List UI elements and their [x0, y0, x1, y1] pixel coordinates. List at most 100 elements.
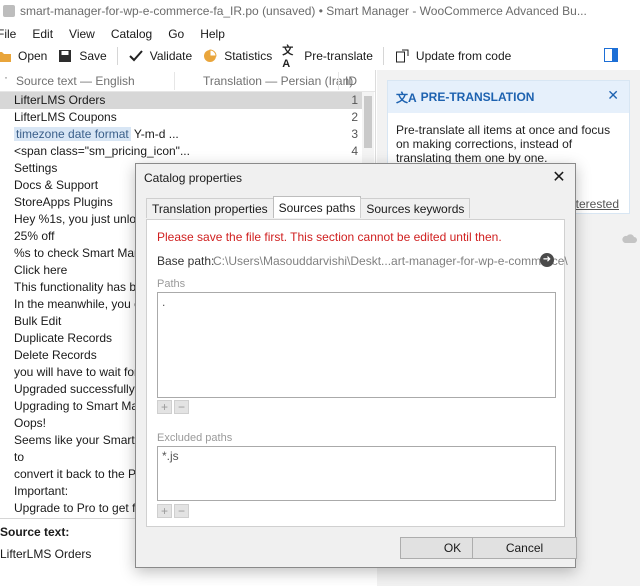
menu-file[interactable]: File: [0, 27, 22, 41]
validate-button[interactable]: Validate: [128, 45, 192, 67]
menu-catalog[interactable]: Catalog: [111, 27, 158, 41]
catalog-properties-dialog: Catalog properties ✕ Translation propert…: [135, 163, 577, 568]
pretranslation-header: 文A PRE-TRANSLATION: [388, 81, 629, 113]
menu-view[interactable]: View: [69, 27, 101, 41]
menu-go[interactable]: Go: [168, 27, 190, 41]
save-warning: Please save the file first. This section…: [157, 230, 502, 244]
title-bar: smart-manager-for-wp-e-commerce-fa_IR.po…: [0, 0, 640, 22]
paths-list[interactable]: .: [157, 292, 556, 398]
excluded-paths-label: Excluded paths: [157, 432, 233, 444]
list-item-source: to: [14, 450, 25, 464]
list-item-source: Delete Records: [14, 348, 97, 362]
poedit-app-icon: [3, 5, 15, 17]
list-item-source: Settings: [14, 161, 58, 175]
list-item-source: Hey %1s, you just unlocke: [14, 212, 155, 226]
header-id[interactable]: ID: [345, 74, 357, 88]
column-divider: [338, 72, 339, 90]
translate-icon: 文A: [282, 45, 294, 70]
save-button[interactable]: Save: [57, 45, 107, 67]
tab-sources-paths[interactable]: Sources paths: [272, 196, 362, 218]
header-translation[interactable]: Translation — Persian (Iran): [203, 74, 353, 88]
tab-sources-keywords[interactable]: Sources keywords: [360, 198, 471, 218]
translate-icon: 文A: [396, 90, 417, 105]
source-text-value: LifterLMS Orders: [0, 547, 92, 561]
list-item[interactable]: <span class="sm_pricing_icon"... 4: [0, 143, 362, 160]
excluded-paths-list[interactable]: *.js: [157, 446, 556, 501]
list-item-source: StoreApps Plugins: [14, 195, 113, 209]
scrollbar-thumb[interactable]: [364, 96, 372, 148]
header-source[interactable]: Source text — English: [16, 74, 135, 88]
cancel-button[interactable]: Cancel: [472, 537, 577, 559]
toolbar-separator: [382, 47, 384, 65]
list-item-source: Docs & Support: [14, 178, 99, 192]
list-item-source: Upgraded successfully!!!: [14, 382, 145, 396]
add-excluded-path-button[interactable]: +: [157, 504, 172, 518]
list-item-source: LifterLMS Coupons: [14, 110, 117, 124]
list-item-source: <span class="sm_pricing_icon"...: [14, 144, 190, 158]
update-from-code-button[interactable]: Update from code: [394, 45, 511, 67]
list-item-id: 4: [351, 144, 358, 158]
open-button[interactable]: Open: [0, 45, 47, 67]
save-label: Save: [79, 49, 107, 63]
toolbar-separator: [116, 47, 118, 65]
save-icon: [57, 48, 73, 64]
list-item-source: Upgrading to Smart Mana: [14, 399, 152, 413]
pretranslation-body: Pre-translate all items at once and focu…: [396, 123, 611, 165]
excluded-paths-controls: + −: [157, 504, 191, 518]
statistics-button[interactable]: Statistics: [202, 45, 272, 67]
source-text-label: Source text:: [0, 525, 70, 539]
menu-help[interactable]: Help: [200, 27, 231, 41]
list-item-id: 3: [351, 127, 358, 141]
sidebar-toggle-icon[interactable]: [604, 48, 618, 62]
paths-label: Paths: [157, 278, 186, 290]
pretranslate-button[interactable]: 文A Pre-translate: [282, 45, 373, 70]
list-item-source: 25% off: [14, 229, 55, 243]
toolbar: Open Save Validate Statistics 文A Pre-tra…: [0, 44, 640, 70]
arrow-right-icon[interactable]: ➜: [540, 253, 554, 267]
sources-paths-panel: Please save the file first. This section…: [146, 219, 568, 527]
list-item-source: Y-m-d ...: [130, 127, 179, 141]
add-path-button[interactable]: +: [157, 400, 172, 414]
pretranslation-title: PRE-TRANSLATION: [420, 90, 535, 104]
list-item-source: This functionality has beer: [14, 280, 154, 294]
remove-path-button[interactable]: −: [174, 400, 189, 414]
column-divider: [174, 72, 175, 90]
tab-translation-properties[interactable]: Translation properties: [146, 198, 274, 218]
list-item-source: LifterLMS Orders: [14, 93, 106, 107]
paths-controls: + −: [157, 400, 191, 414]
list-item-source: you will have to wait for th: [14, 365, 152, 379]
list-item-source: Important:: [14, 484, 69, 498]
list-item-source: Bulk Edit: [14, 314, 62, 328]
statistics-label: Statistics: [224, 49, 273, 63]
list-header-marker: ·: [4, 70, 8, 84]
list-item-source: Upgrade to Pro to get feat: [14, 501, 153, 515]
remove-excluded-path-button[interactable]: −: [174, 504, 189, 518]
list-item[interactable]: timezone date format Y-m-d ... 3: [0, 126, 362, 143]
list-item-source: Seems like your Smart Ma: [14, 433, 155, 447]
dialog-tabs: Translation properties Sources paths Sou…: [146, 196, 471, 220]
list-item[interactable]: LifterLMS Coupons 2: [0, 109, 362, 126]
list-item-id: 1: [351, 93, 358, 107]
menu-edit[interactable]: Edit: [32, 27, 59, 41]
placeholder-tag: timezone date format: [14, 127, 131, 141]
update-label: Update from code: [415, 49, 512, 63]
base-path-label: Base path:: [157, 254, 215, 268]
folder-icon: [0, 48, 12, 64]
list-item-source: Click here: [14, 263, 68, 277]
pretranslate-label: Pre-translate: [304, 49, 373, 63]
list-item-source: %s to check Smart Manag: [14, 246, 155, 260]
list-item[interactable]: LifterLMS Orders 1: [0, 92, 362, 109]
open-label: Open: [18, 49, 48, 63]
list-item-id: 2: [351, 110, 358, 124]
list-item-source: Oops!: [14, 416, 47, 430]
validate-label: Validate: [149, 49, 193, 63]
close-icon[interactable]: ✕: [607, 87, 619, 104]
base-path-value: C:\Users\Masouddarvishi\Deskt...art-mana…: [213, 254, 568, 268]
list-item-source: convert it back to the Pro: [14, 467, 147, 481]
close-icon[interactable]: ✕: [551, 167, 567, 187]
menu-bar: File Edit View Catalog Go Help: [0, 24, 231, 44]
list-item-source: In the meanwhile, you can: [14, 297, 154, 311]
list-header: · Source text — English Translation — Pe…: [0, 70, 375, 92]
update-icon: [394, 48, 410, 64]
pie-chart-icon: [202, 48, 218, 64]
